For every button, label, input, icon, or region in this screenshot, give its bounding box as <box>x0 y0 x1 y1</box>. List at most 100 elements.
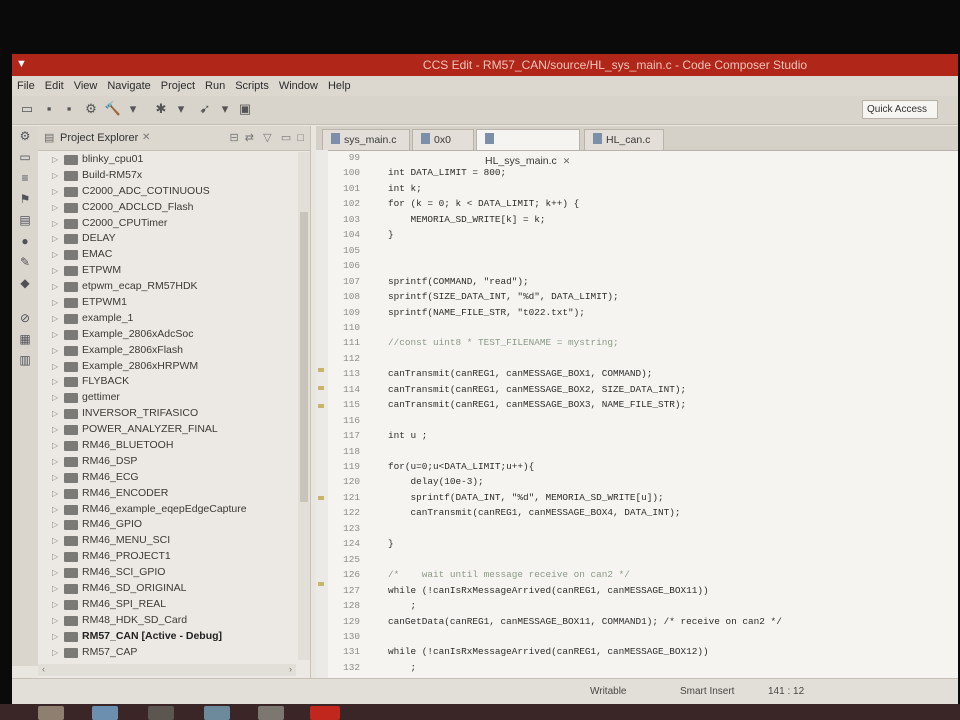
code-line[interactable]: canTransmit(canREG1, canMESSAGE_BOX2, SI… <box>388 384 686 395</box>
tree-item[interactable]: ▷ RM46_ENCODER <box>38 486 296 502</box>
tree-item[interactable]: ▷ RM57_CAN [Active - Debug] <box>38 629 296 645</box>
tree-item[interactable]: ▷ RM46_PROJECT1 <box>38 549 296 565</box>
tree-item[interactable]: ▷ Example_2806xAdcSoc <box>38 327 296 343</box>
app-icon[interactable] <box>258 706 284 720</box>
expand-arrow-icon[interactable]: ▷ <box>52 438 58 454</box>
settings-icon[interactable]: ⚙ <box>82 101 100 117</box>
tree-item[interactable]: ▷ blinky_cpu01 <box>38 152 296 168</box>
tree-item[interactable]: ▷ FLYBACK <box>38 374 296 390</box>
expand-arrow-icon[interactable]: ▷ <box>52 533 58 549</box>
editor-tab[interactable]: HL_sys_main.c ✕ <box>476 129 580 167</box>
expand-arrow-icon[interactable]: ▷ <box>52 470 58 486</box>
code-line[interactable]: sprintf(NAME_FILE_STR, "t022.txt"); <box>388 307 585 318</box>
menu-item-file[interactable]: File <box>12 76 40 96</box>
debug-dropdown-icon[interactable]: ▾ <box>172 101 190 117</box>
expand-arrow-icon[interactable]: ▷ <box>52 231 58 247</box>
expand-arrow-icon[interactable]: ▷ <box>52 200 58 216</box>
scroll-left-icon[interactable]: ‹ <box>42 664 45 674</box>
tree-item[interactable]: ▷ INVERSOR_TRIFASICO <box>38 406 296 422</box>
gear-icon[interactable]: ⚙ <box>12 126 38 147</box>
code-line[interactable]: //const uint8 * TEST_FILENAME = mystring… <box>388 337 619 348</box>
outline-icon[interactable]: ≡ <box>12 168 38 189</box>
code-line[interactable]: sprintf(SIZE_DATA_INT, "%d", DATA_LIMIT)… <box>388 291 619 302</box>
expand-arrow-icon[interactable]: ▷ <box>52 343 58 359</box>
tree-item[interactable]: ▷ RM46_GPIO <box>38 517 296 533</box>
code-line[interactable]: ; <box>388 600 417 611</box>
code-line[interactable]: int DATA_LIMIT = 800; <box>388 167 506 178</box>
tree-item[interactable]: ▷ example_1 <box>38 311 296 327</box>
code-line[interactable]: MEMORIA_SD_WRITE[k] = k; <box>388 214 546 225</box>
code-line[interactable]: canGetData(canREG1, canMESSAGE_BOX11, CO… <box>388 616 782 627</box>
warning-marker[interactable] <box>318 496 324 500</box>
project-explorer-title[interactable]: Project Explorer <box>60 126 138 150</box>
tree-item[interactable]: ▷ RM46_SD_ORIGINAL <box>38 581 296 597</box>
expand-arrow-icon[interactable]: ▷ <box>52 565 58 581</box>
tree-item[interactable]: ▷ Example_2806xFlash <box>38 343 296 359</box>
code-line[interactable]: canTransmit(canREG1, canMESSAGE_BOX1, CO… <box>388 368 652 379</box>
file-explorer-icon[interactable] <box>38 706 64 720</box>
tree-item[interactable]: ▷ RM46_DSP <box>38 454 296 470</box>
code-line[interactable]: /* wait until message receive on can2 */ <box>388 569 630 580</box>
view-menu-icon[interactable]: ▽ <box>263 132 271 144</box>
minimize-icon[interactable]: ▭ <box>281 132 291 144</box>
flash-dropdown-icon[interactable]: ▾ <box>216 101 234 117</box>
menu-item-run[interactable]: Run <box>200 76 230 96</box>
warning-marker[interactable] <box>318 404 324 408</box>
menu-item-view[interactable]: View <box>69 76 103 96</box>
bookmark-icon[interactable]: ⊘ <box>12 308 38 329</box>
expressions-icon[interactable]: ✎ <box>12 252 38 273</box>
menu-item-navigate[interactable]: Navigate <box>102 76 155 96</box>
code-line[interactable]: while (!canIsRxMessageArrived(canREG1, c… <box>388 646 709 657</box>
expand-arrow-icon[interactable]: ▷ <box>52 152 58 168</box>
expand-arrow-icon[interactable]: ▷ <box>52 216 58 232</box>
expand-arrow-icon[interactable]: ▷ <box>52 406 58 422</box>
build-icon[interactable]: 🔨 <box>104 101 122 117</box>
warning-marker[interactable] <box>318 582 324 586</box>
browser-icon[interactable] <box>92 706 118 720</box>
scroll-right-icon[interactable]: › <box>289 664 292 674</box>
code-line[interactable]: delay(10e-3); <box>388 476 484 487</box>
collapse-all-icon[interactable]: ⊟ <box>229 132 238 144</box>
quick-access-input[interactable]: Quick Access <box>862 100 938 119</box>
expand-arrow-icon[interactable]: ▷ <box>52 390 58 406</box>
code-line[interactable]: int u ; <box>388 430 427 441</box>
expand-arrow-icon[interactable]: ▷ <box>52 486 58 502</box>
tree-item[interactable]: ▷ ETPWM <box>38 263 296 279</box>
code-line[interactable]: canTransmit(canREG1, canMESSAGE_BOX4, DA… <box>388 507 681 518</box>
code-text-area[interactable]: 99 100 int DATA_LIMIT = 800; 101 int k; 102 fo… <box>330 150 948 678</box>
code-line[interactable]: for(u=0;u<DATA_LIMIT;u++){ <box>388 461 534 472</box>
console-icon[interactable]: ▭ <box>12 147 38 168</box>
terminal-icon[interactable]: ▤ <box>12 210 38 231</box>
explorer-hscrollbar[interactable]: ‹ › <box>38 664 296 676</box>
ccs-taskbar-icon[interactable] <box>310 706 340 720</box>
explorer-scrollbar[interactable] <box>298 152 310 660</box>
code-line[interactable]: canTransmit(canREG1, canMESSAGE_BOX3, NA… <box>388 399 686 410</box>
tree-item[interactable]: ▷ RM46_SCI_GPIO <box>38 565 296 581</box>
build-dropdown-icon[interactable]: ▾ <box>124 101 142 117</box>
expand-arrow-icon[interactable]: ▷ <box>52 263 58 279</box>
expand-arrow-icon[interactable]: ▷ <box>52 168 58 184</box>
expand-arrow-icon[interactable]: ▷ <box>52 454 58 470</box>
editor-tab[interactable]: sys_main.c <box>322 129 410 150</box>
memory-icon[interactable]: ▥ <box>12 350 38 371</box>
new-icon[interactable]: ▭ <box>18 101 36 117</box>
close-icon[interactable]: ✕ <box>142 126 150 150</box>
target-icon[interactable]: ▣ <box>236 101 254 117</box>
code-line[interactable]: sprintf(DATA_INT, "%d", MEMORIA_SD_WRITE… <box>388 492 664 503</box>
link-editor-icon[interactable]: ⇄ <box>245 132 254 144</box>
tree-item[interactable]: ▷ ETPWM1 <box>38 295 296 311</box>
app-icon[interactable] <box>148 706 174 720</box>
expand-arrow-icon[interactable]: ▷ <box>52 597 58 613</box>
expand-arrow-icon[interactable]: ▷ <box>52 645 58 660</box>
tree-item[interactable]: ▷ C2000_ADC_COTINUOUS <box>38 184 296 200</box>
tree-item[interactable]: ▷ C2000_ADCLCD_Flash <box>38 200 296 216</box>
debug-icon[interactable]: ✱ <box>152 101 170 117</box>
code-line[interactable]: for (k = 0; k < DATA_LIMIT; k++) { <box>388 198 579 209</box>
tree-item[interactable]: ▷ etpwm_ecap_RM57HDK <box>38 279 296 295</box>
code-line[interactable]: } <box>388 538 394 549</box>
tree-item[interactable]: ▷ RM46_BLUETOOH <box>38 438 296 454</box>
menu-item-scripts[interactable]: Scripts <box>230 76 274 96</box>
editor-tab[interactable]: HL_can.c <box>584 129 664 150</box>
tree-item[interactable]: ▷ POWER_ANALYZER_FINAL <box>38 422 296 438</box>
menu-item-project[interactable]: Project <box>156 76 200 96</box>
